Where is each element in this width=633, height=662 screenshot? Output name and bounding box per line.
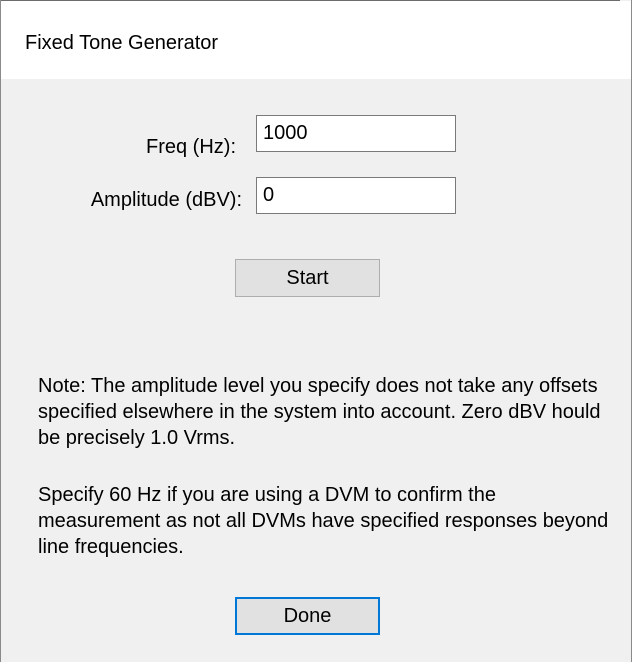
amplitude-note-text: Note: The amplitude level you specify do… [38, 375, 601, 449]
freq-label: Freq (Hz): [146, 136, 236, 158]
amplitude-input[interactable] [256, 177, 456, 214]
done-button[interactable]: Done [235, 597, 380, 635]
amplitude-label: Amplitude (dBV): [90, 189, 242, 211]
freq-input[interactable] [256, 115, 456, 152]
window-title: Fixed Tone Generator [25, 32, 219, 54]
title-bar[interactable]: Fixed Tone Generator [1, 1, 631, 79]
dvm-note-text: Specify 60 Hz if you are using a DVM to … [38, 484, 609, 558]
window-left-border [0, 0, 1, 662]
fixed-tone-generator-dialog: Fixed Tone Generator Freq (Hz): Amplitud… [0, 0, 632, 662]
start-button[interactable]: Start [235, 259, 380, 297]
window-right-border [631, 0, 632, 662]
